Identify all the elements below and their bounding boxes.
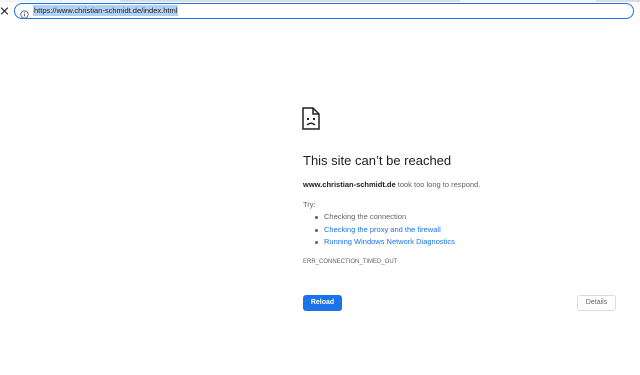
- suggestion-check-proxy-link[interactable]: Checking the proxy and the firewall: [324, 225, 441, 234]
- reload-button[interactable]: Reload: [303, 295, 342, 311]
- try-label: Try:: [303, 200, 316, 209]
- suggestion-check-connection: Checking the connection: [324, 212, 407, 221]
- suggestion-item: Checking the proxy and the firewall: [303, 224, 455, 237]
- error-message: www.christian-schmidt.de took too long t…: [303, 180, 480, 190]
- suggestion-item: Checking the connection: [303, 211, 455, 224]
- tab-strip-segment: [120, 0, 460, 2]
- tab-strip-segment: [596, 0, 640, 2]
- address-bar[interactable]: https://www.christian-schmidt.de/index.h…: [14, 3, 634, 19]
- sad-document-icon: [302, 107, 320, 130]
- info-icon[interactable]: [20, 6, 29, 19]
- suggestion-network-diagnostics-link[interactable]: Running Windows Network Diagnostics: [324, 237, 455, 246]
- details-button[interactable]: Details: [577, 295, 616, 311]
- error-host: www.christian-schmidt.de: [303, 180, 396, 189]
- browser-window: https://www.christian-schmidt.de/index.h…: [0, 0, 640, 375]
- suggestion-item: Running Windows Network Diagnostics: [303, 236, 455, 249]
- url-text[interactable]: https://www.christian-schmidt.de/index.h…: [33, 5, 179, 16]
- suggestions-list: Checking the connection Checking the pro…: [303, 211, 455, 249]
- browser-toolbar: https://www.christian-schmidt.de/index.h…: [0, 0, 640, 22]
- error-title: This site can’t be reached: [303, 153, 452, 168]
- tab-strip-edge: [0, 0, 640, 2]
- close-icon[interactable]: [0, 4, 10, 18]
- error-message-text: took too long to respond.: [395, 180, 481, 189]
- error-code: ERR_CONNECTION_TIMED_OUT: [303, 259, 398, 265]
